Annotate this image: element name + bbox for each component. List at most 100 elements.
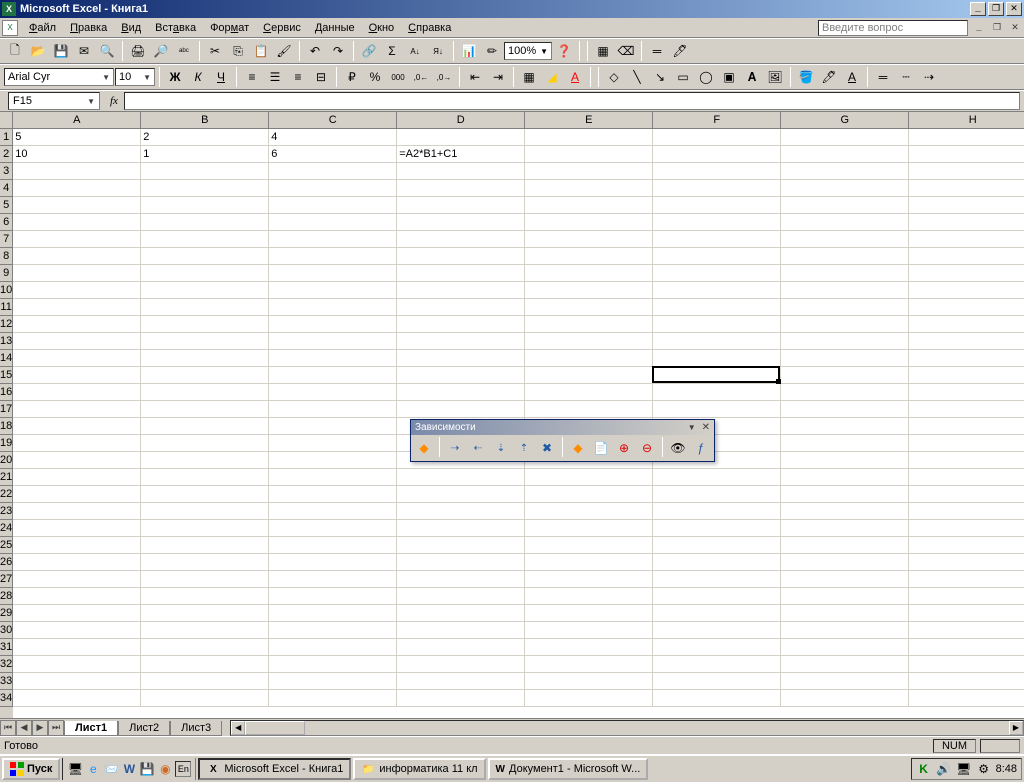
cell-G30[interactable] [781, 622, 909, 639]
font-size-box[interactable]: 10▼ [115, 68, 155, 86]
row-header-11[interactable]: 11 [0, 299, 13, 316]
cell-F2[interactable] [653, 146, 781, 163]
column-header-G[interactable]: G [781, 112, 909, 129]
cell-E28[interactable] [525, 588, 653, 605]
menu-file[interactable]: Файл [22, 20, 63, 36]
cell-F26[interactable] [653, 554, 781, 571]
cell-H18[interactable] [909, 418, 1024, 435]
cell-A30[interactable] [13, 622, 141, 639]
cell-E17[interactable] [525, 401, 653, 418]
row-header-2[interactable]: 2 [0, 146, 13, 163]
row-header-29[interactable]: 29 [0, 605, 13, 622]
undo-button[interactable]: ↶ [304, 40, 326, 62]
zoom-box[interactable]: 100%▼ [504, 42, 552, 60]
chart-button[interactable]: 📊 [458, 40, 480, 62]
ql-desktop-icon[interactable]: 🖥 [67, 761, 83, 777]
remove-precedents-button[interactable]: ⇠ [467, 437, 489, 459]
cell-D8[interactable] [397, 248, 525, 265]
cell-A9[interactable] [13, 265, 141, 282]
remove-dependents-button[interactable]: ⇡ [513, 437, 535, 459]
comma-button[interactable]: 000 [387, 66, 409, 88]
cell-D7[interactable] [397, 231, 525, 248]
cell-E23[interactable] [525, 503, 653, 520]
cell-E21[interactable] [525, 469, 653, 486]
cell-B3[interactable] [141, 163, 269, 180]
cell-B2[interactable]: 1 [141, 146, 269, 163]
cell-H1[interactable] [909, 129, 1024, 146]
cell-H10[interactable] [909, 282, 1024, 299]
cell-F5[interactable] [653, 197, 781, 214]
trace-error-button[interactable]: ◆ [567, 437, 589, 459]
cell-G27[interactable] [781, 571, 909, 588]
cell-D26[interactable] [397, 554, 525, 571]
select-all-corner[interactable] [0, 112, 13, 129]
help-button[interactable]: ❓ [553, 40, 575, 62]
decrease-indent-button[interactable]: ⇤ [464, 66, 486, 88]
cell-E30[interactable] [525, 622, 653, 639]
line-style-button[interactable]: ═ [646, 40, 668, 62]
cell-F12[interactable] [653, 316, 781, 333]
column-header-A[interactable]: A [13, 112, 141, 129]
cell-C8[interactable] [269, 248, 397, 265]
cell-D5[interactable] [397, 197, 525, 214]
cell-H21[interactable] [909, 469, 1024, 486]
search-button[interactable]: 🔍 [96, 40, 118, 62]
row-header-20[interactable]: 20 [0, 452, 13, 469]
cell-H27[interactable] [909, 571, 1024, 588]
cell-B24[interactable] [141, 520, 269, 537]
cell-F3[interactable] [653, 163, 781, 180]
cell-F16[interactable] [653, 384, 781, 401]
column-header-E[interactable]: E [525, 112, 653, 129]
cell-E10[interactable] [525, 282, 653, 299]
cell-E16[interactable] [525, 384, 653, 401]
doc-close-button[interactable]: ✕ [1008, 22, 1022, 34]
preview-button[interactable]: 🔎 [150, 40, 172, 62]
sheet-last-button[interactable]: ⏭ [48, 720, 64, 736]
row-header-28[interactable]: 28 [0, 588, 13, 605]
cell-H14[interactable] [909, 350, 1024, 367]
cell-G16[interactable] [781, 384, 909, 401]
menu-window[interactable]: Окно [362, 20, 402, 36]
formula-bar[interactable] [124, 92, 1020, 110]
cell-F21[interactable] [653, 469, 781, 486]
circle-invalid-button[interactable]: ⊕ [613, 437, 635, 459]
cell-G24[interactable] [781, 520, 909, 537]
cell-B28[interactable] [141, 588, 269, 605]
cell-C24[interactable] [269, 520, 397, 537]
cell-G33[interactable] [781, 673, 909, 690]
cell-G21[interactable] [781, 469, 909, 486]
spellcheck-button[interactable]: ᵃᵇᶜ [173, 40, 195, 62]
italic-button[interactable]: К [187, 66, 209, 88]
cell-B33[interactable] [141, 673, 269, 690]
cell-E22[interactable] [525, 486, 653, 503]
cell-G5[interactable] [781, 197, 909, 214]
cell-F4[interactable] [653, 180, 781, 197]
cell-A11[interactable] [13, 299, 141, 316]
sheet-next-button[interactable]: ▶ [32, 720, 48, 736]
cell-B13[interactable] [141, 333, 269, 350]
font-color2-button[interactable]: А [841, 66, 863, 88]
cell-A22[interactable] [13, 486, 141, 503]
textbox-button[interactable]: ▣ [718, 66, 740, 88]
cell-G31[interactable] [781, 639, 909, 656]
merge-button[interactable]: ⊟ [310, 66, 332, 88]
column-header-C[interactable]: C [269, 112, 397, 129]
clipart-button[interactable]: 🖼 [764, 66, 786, 88]
cell-C9[interactable] [269, 265, 397, 282]
row-header-12[interactable]: 12 [0, 316, 13, 333]
cell-H9[interactable] [909, 265, 1024, 282]
cell-G12[interactable] [781, 316, 909, 333]
cell-H12[interactable] [909, 316, 1024, 333]
cell-E14[interactable] [525, 350, 653, 367]
menu-tools[interactable]: Сервис [256, 20, 308, 36]
cell-H4[interactable] [909, 180, 1024, 197]
column-header-F[interactable]: F [653, 112, 781, 129]
cell-H17[interactable] [909, 401, 1024, 418]
cell-A13[interactable] [13, 333, 141, 350]
cell-G10[interactable] [781, 282, 909, 299]
cell-A32[interactable] [13, 656, 141, 673]
cell-F17[interactable] [653, 401, 781, 418]
cell-H13[interactable] [909, 333, 1024, 350]
increase-decimal-button[interactable]: ,0← [410, 66, 432, 88]
cell-A29[interactable] [13, 605, 141, 622]
